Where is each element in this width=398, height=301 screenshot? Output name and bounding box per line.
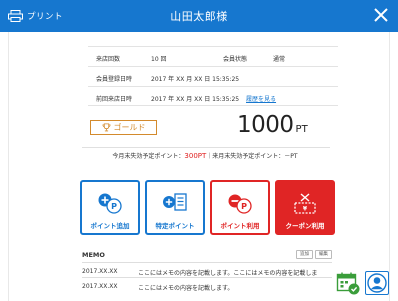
member-profile-button[interactable] bbox=[365, 271, 389, 295]
coupon-icon: ¥ bbox=[294, 193, 316, 214]
svg-text:¥: ¥ bbox=[303, 206, 308, 213]
registered-row: 会員登録日時 2017 年 XX 月 XX 日 15:35:25 bbox=[88, 66, 338, 86]
calendar-check-icon[interactable] bbox=[336, 271, 360, 295]
memo-add-button[interactable]: 追加 bbox=[296, 250, 313, 259]
history-link[interactable]: 履歴を見る bbox=[246, 96, 276, 103]
rank-label: ゴールド bbox=[113, 123, 146, 132]
header-bar: プリント 山田太郎様 bbox=[0, 0, 398, 32]
memo-title: MEMO bbox=[82, 251, 105, 259]
points-divider bbox=[82, 147, 330, 148]
memo-header: MEMO 追加 編集 bbox=[82, 250, 332, 262]
special-points-label: 特定ポイント bbox=[155, 222, 195, 230]
visits-label: 来店回数 bbox=[96, 56, 121, 63]
add-points-icon: P bbox=[98, 193, 122, 214]
customer-name: 山田太郎様 bbox=[170, 10, 228, 23]
last-visit-label: 前回来店日時 bbox=[96, 96, 133, 103]
status-value: 通常 bbox=[273, 56, 286, 63]
memo-row: 2017.XX.XX ここにはメモの内容を記載します。 bbox=[82, 277, 332, 292]
memo-text: ここにはメモの内容を記載します。 bbox=[138, 285, 234, 292]
special-points-button[interactable]: 特定ポイント bbox=[145, 180, 205, 235]
memo-date: 2017.XX.XX bbox=[82, 283, 118, 290]
svg-text:P: P bbox=[111, 202, 117, 211]
memo-text: ここにはメモの内容を記載します。ここにはメモの内容を記載しま bbox=[138, 270, 318, 277]
last-visit-value-wrap: 2017 年 XX 月 XX 日 15:35:25 履歴を見る bbox=[151, 94, 276, 103]
points-unit: PT bbox=[295, 124, 308, 135]
points-balance: 1000 PT bbox=[237, 112, 308, 138]
registered-label: 会員登録日時 bbox=[96, 76, 133, 83]
member-info-table: 来店回数 10 回 会員状態 通常 会員登録日時 2017 年 XX 月 XX … bbox=[88, 46, 338, 106]
memo-row: 2017.XX.XX ここにはメモの内容を記載します。ここにはメモの内容を記載し… bbox=[82, 262, 332, 277]
rank-badge: ゴールド bbox=[90, 120, 157, 135]
use-points-label: ポイント利用 bbox=[220, 222, 260, 230]
this-month-expiry-value: 300PT bbox=[184, 152, 207, 160]
memo-section: MEMO 追加 編集 2017.XX.XX ここにはメモの内容を記載します。ここ… bbox=[82, 250, 332, 292]
special-points-icon bbox=[163, 193, 187, 211]
status-label: 会員状態 bbox=[223, 56, 248, 63]
trophy-icon bbox=[102, 123, 110, 132]
user-icon bbox=[367, 273, 387, 293]
use-coupon-label: クーポン利用 bbox=[285, 222, 325, 230]
use-points-button[interactable]: P ポイント利用 bbox=[210, 180, 270, 235]
last-visit-row: 前回来店日時 2017 年 XX 月 XX 日 15:35:25 履歴を見る bbox=[88, 86, 338, 106]
visits-value: 10 回 bbox=[151, 56, 167, 63]
use-points-icon: P bbox=[228, 194, 252, 214]
svg-text:P: P bbox=[241, 202, 247, 211]
points-value: 1000 bbox=[237, 112, 294, 138]
memo-date: 2017.XX.XX bbox=[82, 268, 118, 275]
visits-row: 来店回数 10 回 会員状態 通常 bbox=[88, 46, 338, 66]
last-visit-value: 2017 年 XX 月 XX 日 15:35:25 bbox=[151, 96, 240, 103]
close-icon[interactable] bbox=[373, 7, 389, 23]
memo-edit-button[interactable]: 編集 bbox=[315, 250, 332, 259]
add-points-label: ポイント追加 bbox=[90, 222, 130, 230]
this-month-expiry-label: 今月末失効予定ポイント： bbox=[112, 153, 185, 160]
registered-value: 2017 年 XX 月 XX 日 15:35:25 bbox=[151, 76, 240, 83]
next-month-expiry-label: 来月末失効予定ポイント： bbox=[212, 153, 285, 160]
next-month-expiry-value: －PT bbox=[284, 153, 298, 160]
expiry-info: 今月末失効予定ポイント：300PT｜来月末失効予定ポイント：－PT bbox=[85, 151, 325, 160]
use-coupon-button[interactable]: ¥ クーポン利用 bbox=[275, 180, 335, 235]
add-points-button[interactable]: P ポイント追加 bbox=[80, 180, 140, 235]
